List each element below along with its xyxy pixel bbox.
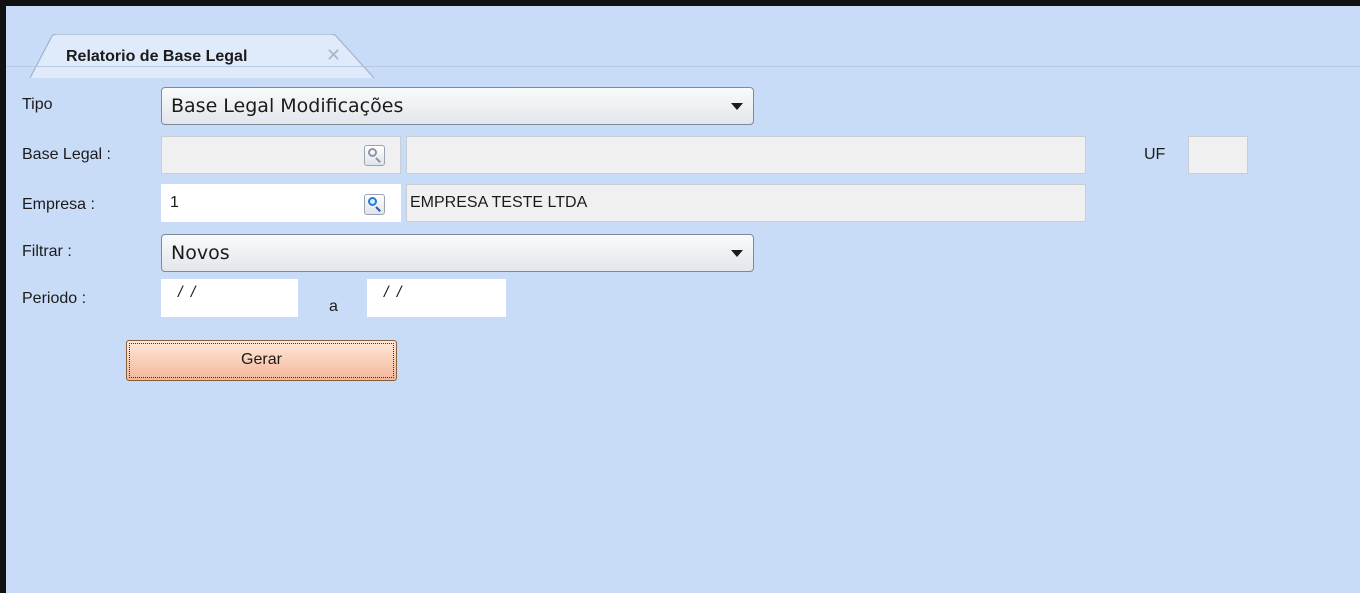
empresa-label: Empresa : [22, 196, 95, 213]
periodo-start-value: / / [178, 284, 198, 301]
periodo-end-value: / / [384, 284, 404, 301]
uf-input[interactable] [1188, 136, 1248, 174]
magnifier-handle [375, 157, 381, 163]
filtrar-label: Filtrar : [22, 243, 72, 260]
empresa-lookup-button[interactable] [364, 194, 385, 215]
periodo-separator: a [329, 298, 338, 315]
magnifier-icon [368, 197, 377, 206]
periodo-end-input[interactable]: / / [367, 279, 506, 317]
chevron-down-icon [731, 103, 743, 110]
magnifier-handle [375, 206, 381, 212]
tipo-value: Base Legal Modificações [171, 95, 404, 117]
tab-relatorio-base-legal[interactable]: Relatorio de Base Legal ✕ [30, 34, 375, 79]
magnifier-icon [368, 148, 377, 157]
filtrar-select[interactable]: Novos [161, 234, 754, 272]
tab-title: Relatorio de Base Legal [66, 48, 248, 65]
periodo-label: Periodo : [22, 290, 87, 307]
tab-divider [6, 66, 1360, 67]
filtrar-value: Novos [171, 242, 230, 264]
close-icon[interactable]: ✕ [326, 45, 341, 66]
tab-strip: Relatorio de Base Legal ✕ [12, 12, 1360, 79]
empresa-name-field: EMPRESA TESTE LTDA [406, 184, 1086, 222]
periodo-start-input[interactable]: / / [161, 279, 298, 317]
chevron-down-icon [731, 250, 743, 257]
tipo-label: Tipo [22, 96, 53, 113]
tipo-select[interactable]: Base Legal Modificações [161, 87, 754, 125]
empresa-code-value: 1 [170, 194, 179, 211]
gerar-button[interactable]: Gerar [126, 340, 397, 381]
empresa-name-value: EMPRESA TESTE LTDA [410, 194, 588, 211]
base-legal-label: Base Legal : [22, 146, 111, 163]
base-legal-lookup-button[interactable] [364, 145, 385, 166]
base-legal-description-field [406, 136, 1086, 174]
uf-label: UF [1144, 146, 1166, 163]
